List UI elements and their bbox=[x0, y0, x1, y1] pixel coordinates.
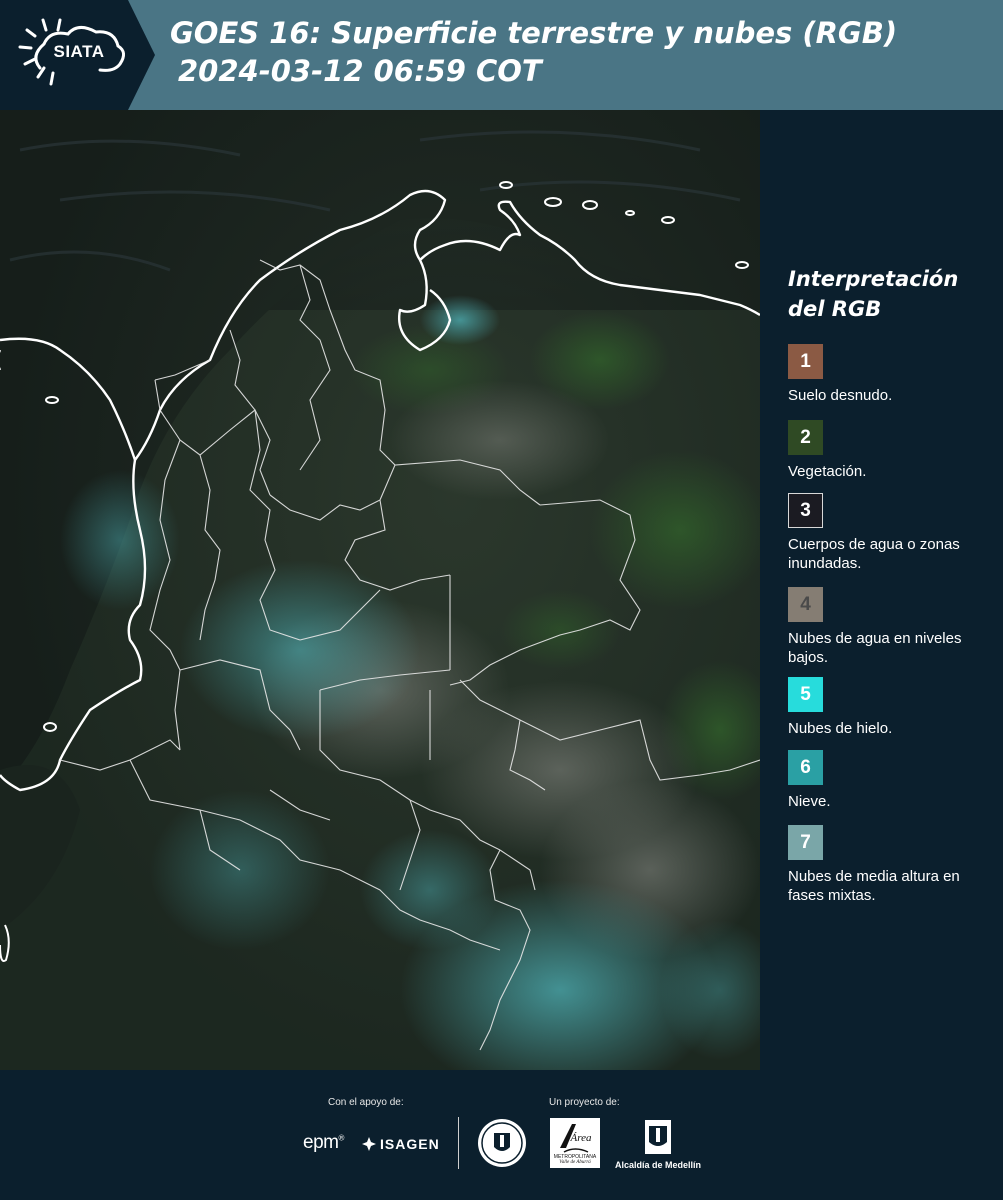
legend-item-vegetation: 2 Vegetación. bbox=[788, 420, 998, 481]
amva-logo-title: Área bbox=[570, 1132, 592, 1144]
legend-item-low-water-clouds: 4 Nubes de agua en niveles bajos. bbox=[788, 587, 998, 667]
medellin-seal-logo bbox=[477, 1117, 527, 1174]
legend-item-bare-soil: 1 Suelo desnudo. bbox=[788, 344, 998, 405]
legend-panel: Interpretación del RGB 1 Suelo desnudo. … bbox=[760, 110, 1003, 1070]
epm-logo-text: epm bbox=[303, 1132, 339, 1153]
footer-divider bbox=[458, 1117, 459, 1169]
legend-item-water: 3 Cuerpos de agua o zonas inundadas. bbox=[788, 493, 998, 573]
legend-swatch: 3 bbox=[788, 493, 823, 528]
isagen-logo-text: ISAGEN bbox=[380, 1136, 440, 1152]
legend-item-label: Vegetación. bbox=[788, 463, 867, 480]
legend-swatch: 6 bbox=[788, 750, 823, 785]
alcaldia-medellin-logo: Alcaldía de Medellín bbox=[613, 1118, 703, 1172]
isagen-logo: ISAGEN bbox=[362, 1132, 440, 1156]
legend-swatch: 5 bbox=[788, 677, 823, 712]
isagen-icon bbox=[362, 1137, 376, 1151]
siata-logo: SIATA bbox=[0, 0, 155, 110]
legend-item-mid-level-clouds: 7 Nubes de media altura en fases mixtas. bbox=[788, 825, 998, 905]
legend-swatch: 1 bbox=[788, 344, 823, 379]
legend-item-label: Nubes de agua en niveles bajos. bbox=[788, 630, 962, 666]
alcaldia-emblem-icon bbox=[645, 1120, 671, 1154]
legend-item-label: Nieve. bbox=[788, 793, 831, 810]
header-bar: SIATA GOES 16: Superficie terrestre y nu… bbox=[0, 0, 1003, 110]
legend-item-label: Suelo desnudo. bbox=[788, 387, 893, 404]
page-title: GOES 16: Superficie terrestre y nubes (R… bbox=[170, 16, 898, 50]
alcaldia-logo-text: Alcaldía de Medellín bbox=[614, 1160, 702, 1170]
epm-logo: epm® bbox=[303, 1132, 344, 1153]
amva-logo-line3: Valle de Aburrá bbox=[559, 1160, 591, 1165]
legend-swatch: 2 bbox=[788, 420, 823, 455]
satellite-map bbox=[0, 110, 760, 1070]
page-timestamp: 2024-03-12 06:59 COT bbox=[178, 54, 542, 88]
footer: Con el apoyo de: Un proyecto de: epm® IS… bbox=[0, 1070, 1003, 1200]
legend-title: Interpretación del RGB bbox=[788, 264, 998, 324]
legend-item-label: Nubes de hielo. bbox=[788, 720, 893, 737]
legend-item-label: Nubes de media altura en fases mixtas. bbox=[788, 868, 960, 904]
legend-item-ice-clouds: 5 Nubes de hielo. bbox=[788, 677, 998, 738]
legend-item-label: Cuerpos de agua o zonas inundadas. bbox=[788, 536, 960, 572]
legend-item-snow: 6 Nieve. bbox=[788, 750, 998, 811]
siata-logo-text: SIATA bbox=[53, 42, 105, 61]
area-metropolitana-logo: Área METROPOLITANA Valle de Aburrá bbox=[550, 1118, 600, 1168]
project-label: Un proyecto de: bbox=[549, 1097, 620, 1108]
legend-swatch: 7 bbox=[788, 825, 823, 860]
legend-title-line2: del RGB bbox=[788, 297, 882, 321]
satellite-image bbox=[0, 110, 760, 1070]
legend-title-line1: Interpretación bbox=[788, 267, 959, 291]
support-label: Con el apoyo de: bbox=[328, 1097, 404, 1108]
legend-swatch: 4 bbox=[788, 587, 823, 622]
